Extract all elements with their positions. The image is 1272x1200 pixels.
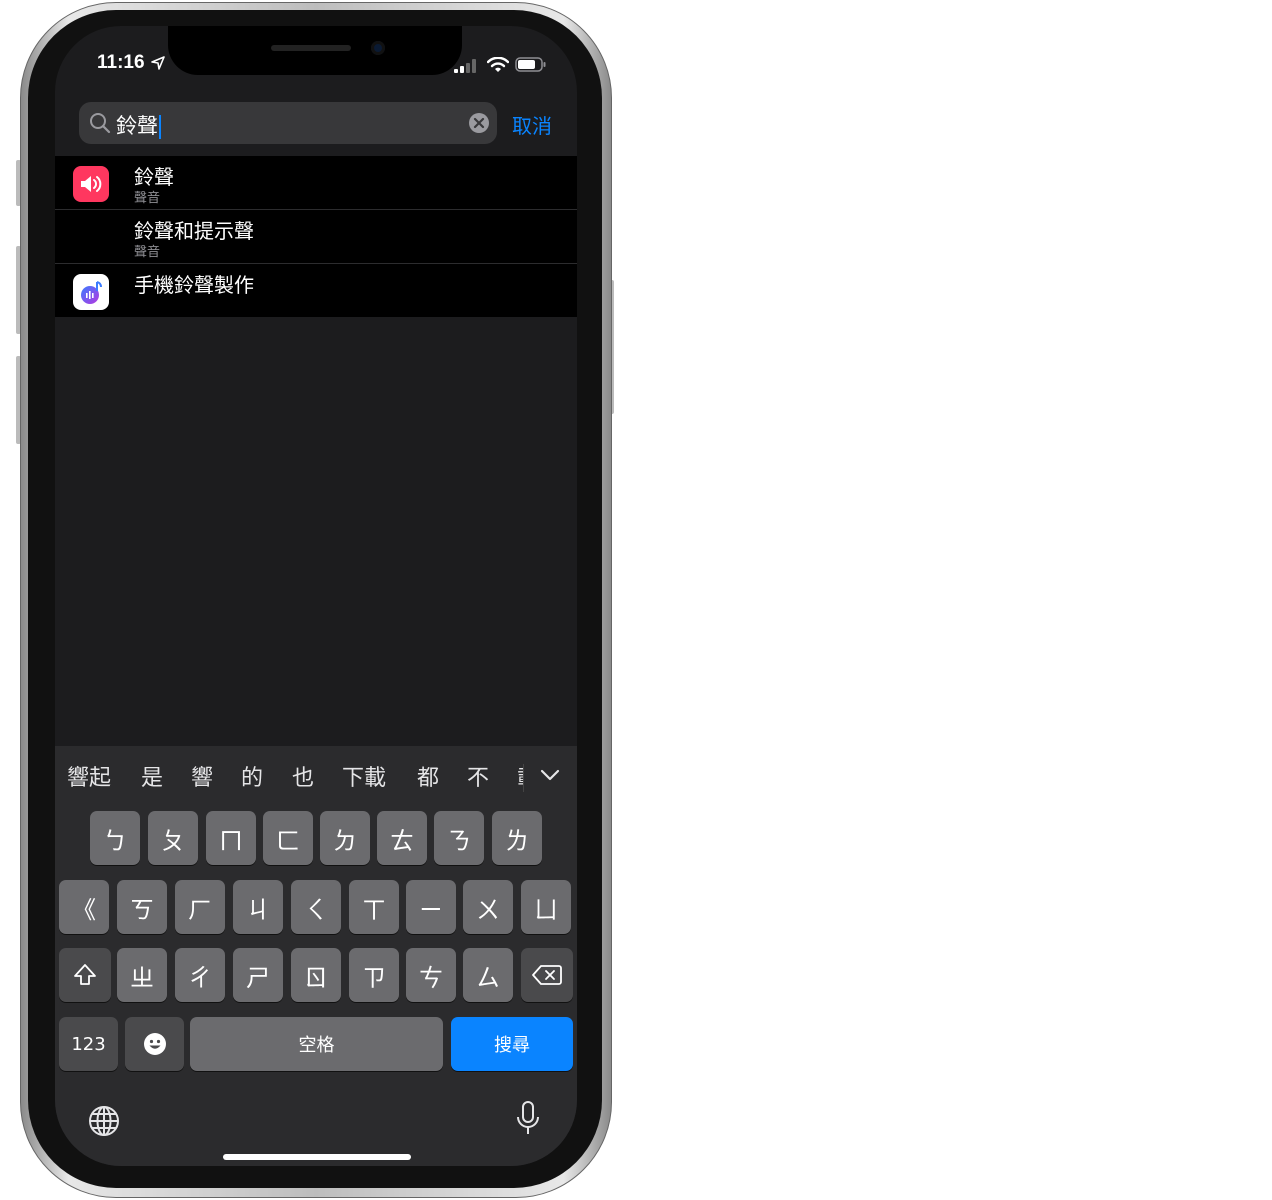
key-bopomofo[interactable]: ㄎ — [117, 880, 167, 934]
candidate-word[interactable]: 是 — [141, 760, 163, 792]
keyboard: 響起 是 響 的 也 下載 都 不 載 ㄅ ㄆ ㄇ ㄈ — [55, 746, 577, 1166]
chevron-down-icon[interactable] — [539, 768, 561, 782]
numbers-key[interactable]: 123 — [59, 1017, 118, 1071]
status-time: 11:16 — [97, 52, 145, 73]
key-bopomofo[interactable]: ㄒ — [349, 880, 399, 934]
key-bopomofo[interactable]: ㄐ — [233, 880, 283, 934]
shift-key[interactable] — [59, 948, 111, 1002]
candidate-bar: 響起 是 響 的 也 下載 都 不 載 — [55, 760, 577, 794]
key-bopomofo[interactable]: ㄓ — [117, 948, 167, 1002]
candidate-word[interactable]: 不 — [467, 760, 489, 792]
key-bopomofo[interactable]: ㄩ — [521, 880, 571, 934]
notch — [168, 26, 462, 75]
key-bopomofo[interactable]: ㄈ — [263, 811, 313, 865]
key-bopomofo[interactable]: ㄕ — [233, 948, 283, 1002]
key-bopomofo[interactable]: ㄖ — [291, 948, 341, 1002]
key-bopomofo[interactable]: 《 — [59, 880, 109, 934]
search-query: 鈴聲 — [116, 110, 161, 140]
shift-icon — [74, 964, 96, 985]
cancel-button[interactable]: 取消 — [512, 110, 552, 139]
result-title: 手機鈴聲製作 — [134, 273, 254, 297]
cellular-signal-icon — [454, 59, 476, 73]
candidate-word[interactable]: 都 — [417, 760, 439, 792]
candidate-word[interactable]: 的 — [241, 760, 263, 792]
globe-icon[interactable] — [87, 1104, 121, 1138]
key-bopomofo[interactable]: ㄨ — [463, 880, 513, 934]
key-bopomofo[interactable]: ㄙ — [463, 948, 513, 1002]
delete-key[interactable] — [521, 948, 573, 1002]
key-bopomofo[interactable]: ㄑ — [291, 880, 341, 934]
key-bopomofo[interactable]: ㄘ — [406, 948, 456, 1002]
key-bopomofo[interactable]: ㄔ — [175, 948, 225, 1002]
result-title: 鈴聲和提示聲 — [134, 219, 254, 243]
key-bopomofo[interactable]: ㄆ — [148, 811, 198, 865]
clear-icon[interactable] — [469, 113, 489, 133]
result-title: 鈴聲 — [134, 165, 174, 189]
location-arrow-icon — [151, 56, 165, 70]
emoji-key[interactable] — [125, 1017, 184, 1071]
search-key[interactable]: 搜尋 — [451, 1017, 573, 1071]
backspace-icon — [532, 965, 562, 985]
key-bopomofo[interactable]: ㄏ — [175, 880, 225, 934]
space-key[interactable]: 空格 — [190, 1017, 443, 1071]
text-cursor — [159, 115, 161, 139]
battery-icon — [515, 57, 546, 72]
home-indicator[interactable] — [223, 1154, 411, 1160]
search-icon — [90, 113, 111, 134]
wifi-icon — [487, 57, 509, 72]
key-bopomofo[interactable]: ㄗ — [349, 948, 399, 1002]
search-result-ringtone[interactable]: 鈴聲 聲音 — [55, 156, 577, 209]
front-camera — [371, 41, 385, 55]
key-bopomofo[interactable]: ㄇ — [206, 811, 256, 865]
key-bopomofo[interactable]: ㄌ — [492, 811, 542, 865]
result-subtitle: 聲音 — [134, 191, 161, 206]
candidate-word[interactable]: 響 — [191, 760, 213, 792]
key-bopomofo[interactable]: ㄊ — [377, 811, 427, 865]
key-bopomofo[interactable]: ㄋ — [434, 811, 484, 865]
phone-frame: 11:16 鈴聲 取消 鈴聲 聲音 鈴聲和提示聲 聲音 手機鈴聲製作 響起 是 … — [16, 2, 614, 1198]
key-bopomofo[interactable]: ㄅ — [90, 811, 140, 865]
candidate-word[interactable]: 響起 — [67, 760, 111, 792]
search-input[interactable]: 鈴聲 — [79, 102, 497, 144]
speaker-icon — [73, 166, 109, 202]
key-bopomofo[interactable]: ㄉ — [320, 811, 370, 865]
result-subtitle: 聲音 — [134, 245, 161, 260]
candidate-word[interactable]: 也 — [292, 760, 314, 792]
microphone-icon[interactable] — [515, 1100, 541, 1138]
earpiece-speaker — [271, 45, 351, 51]
screen: 11:16 鈴聲 取消 鈴聲 聲音 鈴聲和提示聲 聲音 手機鈴聲製作 響起 是 … — [55, 26, 577, 1166]
search-result-ringtone-maker-app[interactable]: 手機鈴聲製作 — [55, 263, 577, 317]
candidate-list: 響起 是 響 的 也 下載 都 不 載 — [55, 760, 523, 800]
search-result-ringtones-and-alerts[interactable]: 鈴聲和提示聲 聲音 — [55, 209, 577, 263]
search-results-list: 鈴聲 聲音 鈴聲和提示聲 聲音 手機鈴聲製作 — [55, 156, 577, 317]
emoji-icon — [143, 1033, 166, 1055]
ringtone-app-icon — [73, 274, 109, 310]
candidate-word[interactable]: 下載 — [342, 760, 386, 792]
key-bopomofo[interactable]: ㄧ — [406, 880, 456, 934]
candidate-divider — [523, 764, 524, 792]
